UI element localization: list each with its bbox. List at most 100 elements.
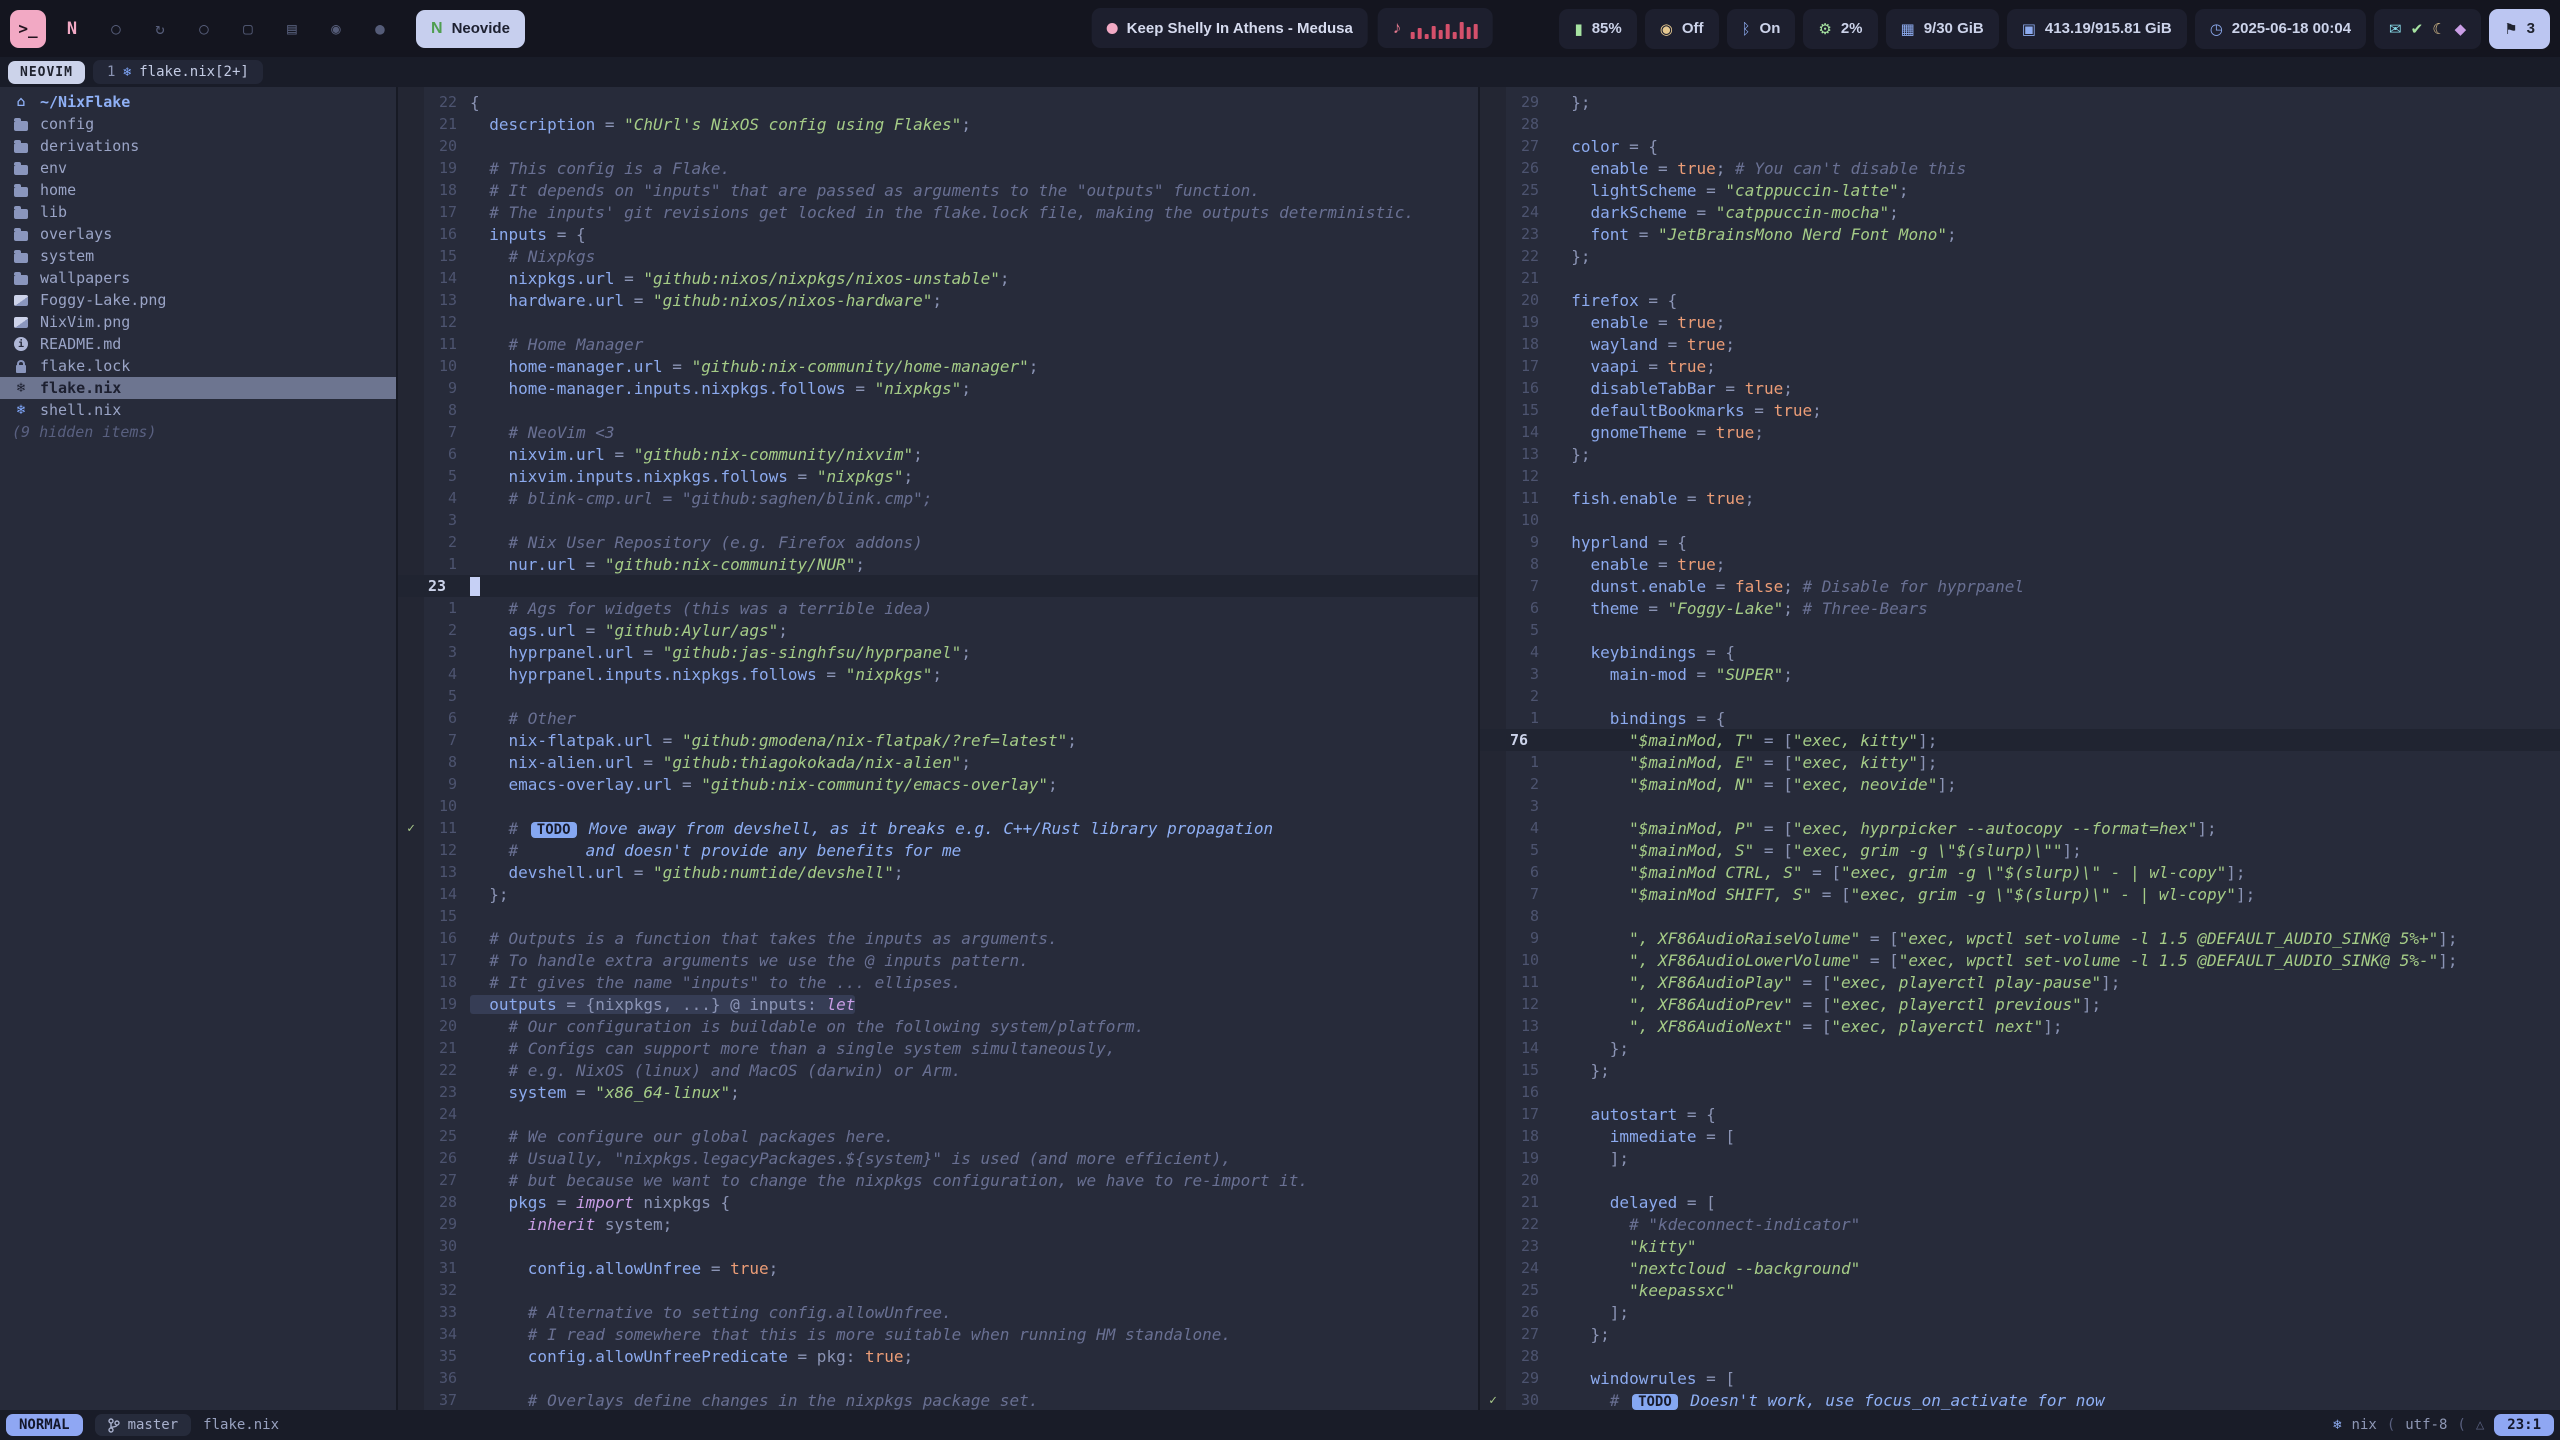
code-line[interactable]: 13 }; xyxy=(1480,443,2560,465)
code-line[interactable]: 22 # e.g. NixOS (linux) and MacOS (darwi… xyxy=(398,1059,1478,1081)
tree-item-flake.lock[interactable]: flake.lock xyxy=(0,355,396,377)
code-line[interactable]: 18 wayland = true; xyxy=(1480,333,2560,355)
code-line[interactable]: 16 disableTabBar = true; xyxy=(1480,377,2560,399)
notification-widget[interactable]: ⚑3 xyxy=(2489,9,2550,49)
tree-item-flake.nix[interactable]: ❄flake.nix xyxy=(0,377,396,399)
tree-item-README.md[interactable]: iREADME.md xyxy=(0,333,396,355)
code-line[interactable]: 20 xyxy=(1480,1169,2560,1191)
code-line[interactable]: 14 }; xyxy=(1480,1037,2560,1059)
code-line[interactable]: 21 delayed = [ xyxy=(1480,1191,2560,1213)
code-line[interactable]: 13 devshell.url = "github:numtide/devshe… xyxy=(398,861,1478,883)
code-line[interactable]: 33 # Alternative to setting config.allow… xyxy=(398,1301,1478,1323)
code-line[interactable]: 37 # Overlays define changes in the nixp… xyxy=(398,1389,1478,1410)
tab-flake-nix[interactable]: 1 ❄ flake.nix[2+] xyxy=(93,60,263,84)
code-line[interactable]: 34 # I read somewhere that this is more … xyxy=(398,1323,1478,1345)
code-line[interactable]: 7 dunst.enable = false; # Disable for hy… xyxy=(1480,575,2560,597)
code-line[interactable]: 10 home-manager.url = "github:nix-commun… xyxy=(398,355,1478,377)
code-line[interactable]: 24 darkScheme = "catppuccin-mocha"; xyxy=(1480,201,2560,223)
code-line[interactable]: 26 # Usually, "nixpkgs.legacyPackages.${… xyxy=(398,1147,1478,1169)
code-line[interactable]: 8 xyxy=(398,399,1478,421)
tree-item-system[interactable]: system xyxy=(0,245,396,267)
code-line[interactable]: 15 xyxy=(398,905,1478,927)
code-line[interactable]: 3 hyprpanel.url = "github:jas-singhfsu/h… xyxy=(398,641,1478,663)
clock-widget[interactable]: ◷2025-06-18 00:04 xyxy=(2195,9,2366,49)
code-line[interactable]: 5 "$mainMod, S" = ["exec, grim -g \"$(sl… xyxy=(1480,839,2560,861)
tree-item-derivations[interactable]: derivations xyxy=(0,135,396,157)
code-line[interactable]: 28 xyxy=(1480,1345,2560,1367)
code-line[interactable]: 9 home-manager.inputs.nixpkgs.follows = … xyxy=(398,377,1478,399)
code-line[interactable]: 15 defaultBookmarks = true; xyxy=(1480,399,2560,421)
code-line[interactable]: 23 "kitty" xyxy=(1480,1235,2560,1257)
code-line[interactable]: 29 inherit system; xyxy=(398,1213,1478,1235)
tree-item-lib[interactable]: lib xyxy=(0,201,396,223)
tree-item-env[interactable]: env xyxy=(0,157,396,179)
workspace-chat[interactable]: ◉ xyxy=(318,10,354,48)
code-line[interactable]: 5 nixvim.inputs.nixpkgs.follows = "nixpk… xyxy=(398,465,1478,487)
code-line[interactable]: 76 "$mainMod, T" = ["exec, kitty"]; xyxy=(1480,729,2560,751)
code-line[interactable]: 35 config.allowUnfreePredicate = pkg: tr… xyxy=(398,1345,1478,1367)
code-line[interactable]: 8 xyxy=(1480,905,2560,927)
code-line[interactable]: 14 gnomeTheme = true; xyxy=(1480,421,2560,443)
code-line[interactable]: 31 config.allowUnfree = true; xyxy=(398,1257,1478,1279)
code-line[interactable]: 21 xyxy=(1480,267,2560,289)
code-line[interactable]: 17 # To handle extra arguments we use th… xyxy=(398,949,1478,971)
shield-icon[interactable]: ☾ xyxy=(2432,20,2445,38)
code-line[interactable]: 14 nixpkgs.url = "github:nixos/nixpkgs/n… xyxy=(398,267,1478,289)
code-line[interactable]: 18 # It gives the name "inputs" to the .… xyxy=(398,971,1478,993)
code-line[interactable]: 29 windowrules = [ xyxy=(1480,1367,2560,1389)
code-line[interactable]: 5 xyxy=(398,685,1478,707)
code-line[interactable]: 17 vaapi = true; xyxy=(1480,355,2560,377)
code-line[interactable]: 1 # Ags for widgets (this was a terrible… xyxy=(398,597,1478,619)
app-chip-neovide[interactable]: NNeovide xyxy=(416,10,525,48)
code-line[interactable]: 3 main-mod = "SUPER"; xyxy=(1480,663,2560,685)
workspace-music[interactable]: ○ xyxy=(186,10,222,48)
code-line[interactable]: 22 # "kdeconnect-indicator" xyxy=(1480,1213,2560,1235)
code-line[interactable]: 11 fish.enable = true; xyxy=(1480,487,2560,509)
tree-item-shell.nix[interactable]: ❄shell.nix xyxy=(0,399,396,421)
git-branch[interactable]: master xyxy=(95,1414,192,1436)
code-line[interactable]: 6 theme = "Foggy-Lake"; # Three-Bears xyxy=(1480,597,2560,619)
code-line[interactable]: 17 autostart = { xyxy=(1480,1103,2560,1125)
code-line[interactable]: 25 "keepassxc" xyxy=(1480,1279,2560,1301)
code-line[interactable]: 36 xyxy=(398,1367,1478,1389)
code-line[interactable]: 5 xyxy=(1480,619,2560,641)
workspace-misc[interactable]: ● xyxy=(362,10,398,48)
workspace-neovim[interactable]: N xyxy=(54,10,90,48)
code-line[interactable]: 7 "$mainMod SHIFT, S" = ["exec, grim -g … xyxy=(1480,883,2560,905)
code-line[interactable]: 19 ]; xyxy=(1480,1147,2560,1169)
code-line[interactable]: 4 hyprpanel.inputs.nixpkgs.follows = "ni… xyxy=(398,663,1478,685)
code-line[interactable]: 26 ]; xyxy=(1480,1301,2560,1323)
code-line[interactable]: 13 ", XF86AudioNext" = ["exec, playerctl… xyxy=(1480,1015,2560,1037)
code-line[interactable]: 1 bindings = { xyxy=(1480,707,2560,729)
code-line[interactable]: 25 # We configure our global packages he… xyxy=(398,1125,1478,1147)
code-line[interactable]: 10 xyxy=(1480,509,2560,531)
music-widget[interactable]: Keep Shelly In Athens - Medusa xyxy=(1092,8,1368,48)
workspace-monitor[interactable]: ▤ xyxy=(274,10,310,48)
code-line[interactable]: 30 xyxy=(398,1235,1478,1257)
code-line[interactable]: 22{ xyxy=(398,91,1478,113)
code-line[interactable]: 12 ", XF86AudioPrev" = ["exec, playerctl… xyxy=(1480,993,2560,1015)
code-line[interactable]: 19 outputs = {nixpkgs, ...} @ inputs: le… xyxy=(398,993,1478,1015)
code-line[interactable]: 4 keybindings = { xyxy=(1480,641,2560,663)
workspace-web[interactable]: ○ xyxy=(98,10,134,48)
code-line[interactable]: 28 pkgs = import nixpkgs { xyxy=(398,1191,1478,1213)
code-line[interactable]: 12 xyxy=(398,311,1478,333)
code-line[interactable]: 2 xyxy=(1480,685,2560,707)
battery-widget[interactable]: ▮85% xyxy=(1559,9,1636,49)
code-line[interactable]: 24 "nextcloud --background" xyxy=(1480,1257,2560,1279)
code-line[interactable]: 2 ags.url = "github:Aylur/ags"; xyxy=(398,619,1478,641)
mail-icon[interactable]: ✉ xyxy=(2389,20,2402,38)
visualizer-widget[interactable]: ♪ xyxy=(1378,8,1493,48)
code-line[interactable]: 20 firefox = { xyxy=(1480,289,2560,311)
vpn-icon[interactable]: ◆ xyxy=(2455,20,2467,38)
tree-item-NixVim.png[interactable]: NixVim.png xyxy=(0,311,396,333)
code-line[interactable]: 3 xyxy=(1480,795,2560,817)
code-line[interactable]: 9 hyprland = { xyxy=(1480,531,2560,553)
code-line[interactable]: 19 # This config is a Flake. xyxy=(398,157,1478,179)
tree-item-Foggy-Lake.png[interactable]: Foggy-Lake.png xyxy=(0,289,396,311)
code-line[interactable]: 15 # Nixpkgs xyxy=(398,245,1478,267)
memory-widget[interactable]: ▦9/30 GiB xyxy=(1886,9,1999,49)
code-line[interactable]: 6 # Other xyxy=(398,707,1478,729)
code-line[interactable]: 14 }; xyxy=(398,883,1478,905)
code-line[interactable]: 2 # Nix User Repository (e.g. Firefox ad… xyxy=(398,531,1478,553)
